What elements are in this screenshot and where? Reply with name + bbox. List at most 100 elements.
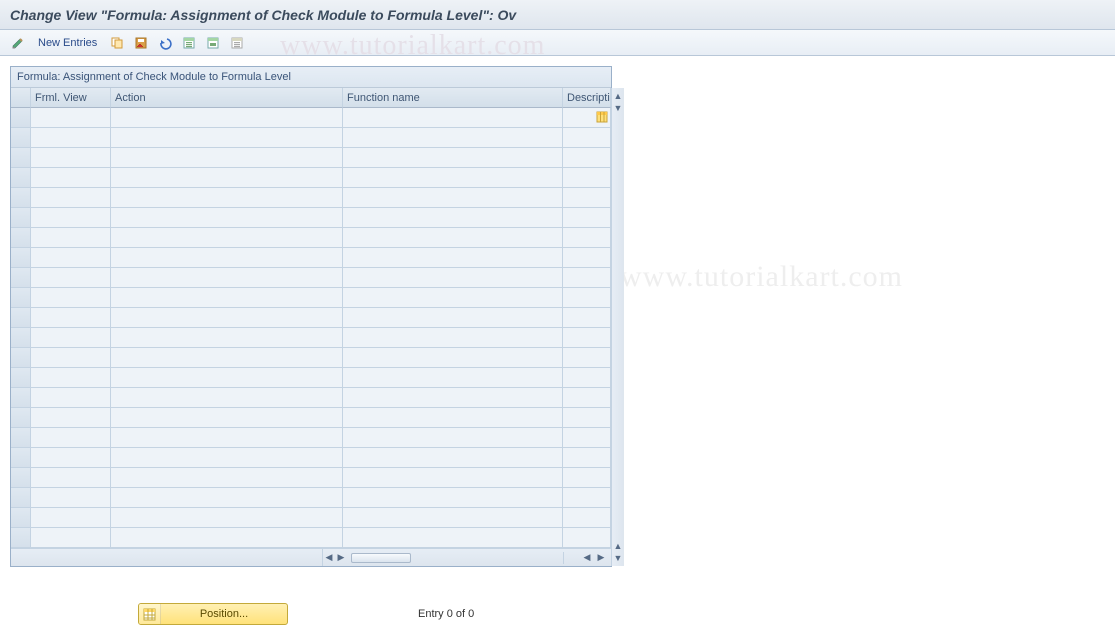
grid-cell[interactable] — [111, 208, 343, 228]
grid-cell[interactable] — [31, 408, 111, 428]
grid-cell[interactable] — [31, 288, 111, 308]
grid-cell[interactable] — [563, 448, 611, 468]
grid-cell[interactable] — [563, 388, 611, 408]
row-selector[interactable] — [11, 368, 31, 388]
grid-cell[interactable] — [563, 148, 611, 168]
undo-button[interactable] — [155, 33, 175, 53]
grid-cell[interactable] — [111, 428, 343, 448]
grid-cell[interactable] — [343, 128, 563, 148]
grid-cell[interactable] — [111, 508, 343, 528]
vscroll-down-arrow[interactable]: ▼ — [612, 102, 624, 114]
grid-cell[interactable] — [111, 148, 343, 168]
grid-cell[interactable] — [563, 528, 611, 548]
grid-cell[interactable] — [111, 188, 343, 208]
row-selector[interactable] — [11, 188, 31, 208]
row-selector[interactable] — [11, 248, 31, 268]
grid-cell[interactable] — [343, 408, 563, 428]
row-selector[interactable] — [11, 408, 31, 428]
vscroll-up-arrow-2[interactable]: ▲ — [612, 540, 624, 552]
grid-cell[interactable] — [31, 268, 111, 288]
grid-cell[interactable] — [563, 288, 611, 308]
row-selector[interactable] — [11, 268, 31, 288]
row-selector[interactable] — [11, 448, 31, 468]
grid-cell[interactable] — [31, 328, 111, 348]
grid-cell[interactable] — [111, 288, 343, 308]
grid-cell[interactable] — [111, 128, 343, 148]
row-selector[interactable] — [11, 168, 31, 188]
grid-cell[interactable] — [31, 308, 111, 328]
grid-cell[interactable] — [31, 388, 111, 408]
grid-cell[interactable] — [563, 268, 611, 288]
data-grid[interactable]: Frml. View Action Function name Descript… — [11, 88, 611, 548]
grid-cell[interactable] — [111, 308, 343, 328]
grid-cell[interactable] — [111, 268, 343, 288]
grid-cell[interactable] — [111, 528, 343, 548]
grid-cell[interactable] — [563, 228, 611, 248]
grid-cell[interactable] — [111, 468, 343, 488]
grid-cell[interactable] — [343, 228, 563, 248]
hscroll-left-arrow-2[interactable]: ◀ — [581, 552, 593, 564]
grid-cell[interactable] — [111, 488, 343, 508]
grid-cell[interactable] — [563, 368, 611, 388]
col-frml-view[interactable]: Frml. View — [31, 88, 111, 108]
row-selector[interactable] — [11, 388, 31, 408]
grid-cell[interactable] — [111, 348, 343, 368]
row-selector[interactable] — [11, 228, 31, 248]
grid-cell[interactable] — [111, 108, 343, 128]
grid-cell[interactable] — [343, 328, 563, 348]
row-selector[interactable] — [11, 148, 31, 168]
col-action[interactable]: Action — [111, 88, 343, 108]
row-selector[interactable] — [11, 128, 31, 148]
grid-cell[interactable] — [563, 128, 611, 148]
row-selector[interactable] — [11, 488, 31, 508]
hscroll-right-arrow[interactable]: ▶ — [335, 552, 347, 564]
grid-cell[interactable] — [31, 468, 111, 488]
grid-cell[interactable] — [563, 468, 611, 488]
grid-cell[interactable] — [31, 128, 111, 148]
position-button[interactable]: Position... — [138, 603, 288, 625]
grid-cell[interactable] — [343, 208, 563, 228]
grid-cell[interactable] — [343, 468, 563, 488]
hscroll-track[interactable] — [347, 553, 563, 563]
grid-cell[interactable] — [343, 148, 563, 168]
grid-cell[interactable] — [343, 528, 563, 548]
grid-cell[interactable] — [111, 408, 343, 428]
grid-cell[interactable] — [343, 448, 563, 468]
grid-cell[interactable] — [111, 168, 343, 188]
grid-cell[interactable] — [31, 428, 111, 448]
select-all-button[interactable] — [179, 33, 199, 53]
grid-cell[interactable] — [111, 388, 343, 408]
col-description[interactable]: Descripti — [563, 88, 611, 108]
col-function-name[interactable]: Function name — [343, 88, 563, 108]
copy-as-button[interactable] — [107, 33, 127, 53]
grid-cell[interactable] — [111, 448, 343, 468]
grid-cell[interactable] — [563, 248, 611, 268]
grid-cell[interactable] — [31, 208, 111, 228]
row-selector[interactable] — [11, 348, 31, 368]
grid-cell[interactable] — [111, 328, 343, 348]
grid-cell[interactable] — [343, 308, 563, 328]
row-selector[interactable] — [11, 108, 31, 128]
grid-cell[interactable] — [563, 348, 611, 368]
toggle-edit-button[interactable] — [8, 33, 28, 53]
grid-cell[interactable] — [31, 528, 111, 548]
deselect-all-button[interactable] — [227, 33, 247, 53]
row-selector[interactable] — [11, 208, 31, 228]
grid-cell[interactable] — [111, 228, 343, 248]
row-selector[interactable] — [11, 428, 31, 448]
row-selector[interactable] — [11, 308, 31, 328]
grid-cell[interactable] — [343, 288, 563, 308]
grid-cell[interactable] — [343, 108, 563, 128]
grid-cell[interactable] — [343, 188, 563, 208]
hscroll-thumb[interactable] — [351, 553, 411, 563]
grid-cell[interactable] — [343, 268, 563, 288]
grid-cell[interactable] — [563, 208, 611, 228]
grid-cell[interactable] — [343, 428, 563, 448]
row-selector[interactable] — [11, 528, 31, 548]
grid-cell[interactable] — [343, 168, 563, 188]
grid-cell[interactable] — [343, 388, 563, 408]
hscroll-left-arrow[interactable]: ◀ — [323, 552, 335, 564]
row-selector[interactable] — [11, 288, 31, 308]
table-settings-button[interactable] — [595, 110, 609, 124]
grid-cell[interactable] — [31, 508, 111, 528]
